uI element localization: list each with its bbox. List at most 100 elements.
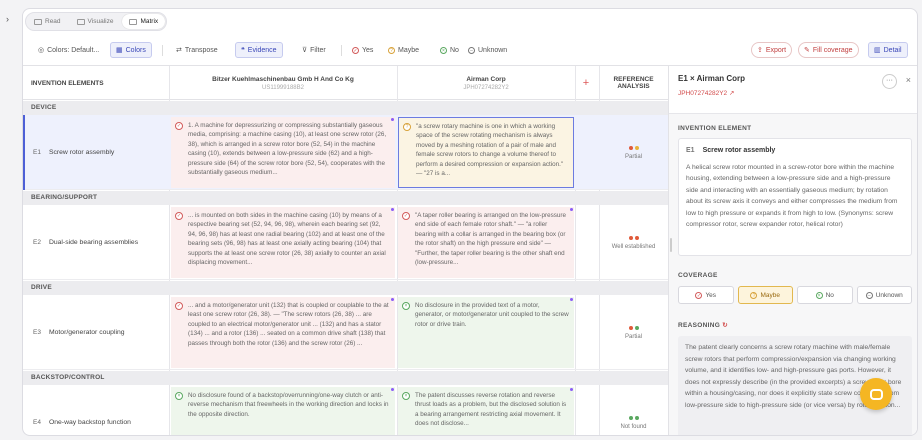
main-panel: Read Visualize Matrix ◎ Colors: Default..… [22,8,918,436]
table-row[interactable]: E2 Dual-side bearing assemblies ✓ ... is m… [23,205,668,280]
row-label[interactable]: E3 Motor/generator coupling [23,295,169,370]
filter-icon: ⊽ [302,47,308,54]
analysis-header-line: REFERENCE [613,76,654,83]
annotation-dot [570,298,573,301]
element-name: One-way backstop function [48,419,131,426]
analysis-label: Not found [620,423,647,430]
evidence-button[interactable]: ❝ Evidence [235,42,283,58]
panel-icon: ▥ [874,47,881,54]
legend-no: × No [435,42,464,58]
colors-button[interactable]: ▦ Colors [110,42,152,58]
colors-default-select[interactable]: ◎ Colors: Default... [33,42,104,58]
close-icon[interactable]: × [906,75,911,85]
annotation-dot [391,208,394,211]
evidence-text: "A taper roller bearing is arranged on t… [415,212,566,267]
resize-handle[interactable] [670,238,672,252]
invention-element-label: INVENTION ELEMENT [678,125,752,132]
section-header-device: DEVICE [23,101,668,115]
evidence-cell-selected[interactable]: ? "a screw rotary machine is one in which… [398,117,574,188]
export-label: Export [765,46,787,54]
matrix-icon [129,18,138,25]
evidence-text: "a screw rotary machine is one in which … [416,123,564,178]
evidence-text: ... is mounted on both sides in the mach… [188,212,386,267]
evidence-cell[interactable]: ✓ "A taper roller bearing is arranged on … [398,207,574,278]
section-header-backstop: BACKSTOP/CONTROL [23,371,668,385]
evidence-label: Evidence [247,46,277,54]
column-header-reference-1[interactable]: Bitzer Kuehlmaschinenbau Gmb H And Co Kg… [169,66,397,100]
coverage-maybe-button[interactable]: ? Maybe [737,286,793,304]
evidence-cell[interactable]: ✓ ... and a motor/generator unit (132) th… [171,297,395,368]
row-label[interactable]: E2 Dual-side bearing assemblies [23,205,169,280]
view-tab-read[interactable]: Read [27,14,68,29]
view-tab-visualize[interactable]: Visualize [70,14,121,29]
coverage-no-button[interactable]: × No [797,286,853,304]
fill-coverage-label: Fill coverage [812,46,853,54]
section-header-drive: DRIVE [23,281,668,295]
add-reference-button[interactable]: + [575,66,597,100]
column-header-elements: INVENTION ELEMENTS [31,79,104,87]
coverage-yes-button[interactable]: ✓ Yes [678,286,734,304]
colors-label: Colors [125,46,146,54]
element-code: E2 [33,239,41,246]
annotation-dot [391,118,394,121]
status-dot [628,415,633,420]
column-header-reference-2[interactable]: Airman Corp JPH07274282Y2 [397,66,575,100]
coverage-unknown-button[interactable]: – Unknown [856,286,912,304]
detail-title: E1 × Airman Corp [678,74,746,83]
refresh-icon[interactable]: ↻ [722,322,728,329]
external-link-icon: ↗ [728,90,735,97]
element-name: Motor/generator coupling [48,329,125,336]
status-dot [628,235,633,240]
evidence-cell[interactable]: ✓ 1. A machine for depressurizing or comp… [171,117,395,188]
coverage-option-label: Maybe [760,291,780,299]
fill-coverage-button[interactable]: ✎ Fill coverage [798,42,859,58]
analysis-cell: Well established [599,205,668,280]
legend-label: Unknown [478,46,508,54]
analysis-cell: Not found [599,385,668,435]
element-code: E1 [33,149,41,156]
coverage-option-label: Yes [705,291,717,299]
transpose-button[interactable]: ⇄ Transpose [171,42,223,58]
evidence-cell[interactable]: × No disclosure found of a backstop/overr… [171,387,395,435]
export-icon: ⇪ [757,47,763,54]
coverage-option-label: Unknown [875,291,903,299]
row-label[interactable]: E4 One-way backstop function [23,385,169,435]
table-row[interactable]: E1 Screw rotor assembly ✓ 1. A machine for… [23,115,668,190]
view-tab-label: Read [45,18,61,25]
status-dot [628,325,633,330]
table-row[interactable]: E4 One-way backstop function × No disclosu… [23,385,668,435]
detail-header: E1 × Airman Corp JPH07274282Y2 ↗ ··· × [669,66,917,114]
detail-button[interactable]: ▥ Detail [868,42,908,58]
analysis-dots [628,325,639,330]
analysis-dots [628,415,639,420]
sidebar-toggle-icon[interactable]: › [6,14,9,24]
status-dot [634,145,639,150]
filter-label: Filter [310,46,326,54]
read-icon [34,18,42,25]
minus-circle-icon: – [468,46,475,54]
filter-button[interactable]: ⊽ Filter [297,42,331,58]
detail-patent-link[interactable]: JPH07274282Y2 ↗ [678,89,734,97]
matrix-table: INVENTION ELEMENTS Bitzer Kuehlmaschinen… [23,65,668,435]
evidence-cell[interactable]: × The patent discusses reverse rotation a… [398,387,574,435]
annotation-dot [570,388,573,391]
legend-unknown: – Unknown [463,42,512,58]
view-tab-matrix[interactable]: Matrix [122,14,166,29]
help-chat-button[interactable] [860,378,892,410]
reference-id: JPH07274282Y2 [463,84,509,91]
row-label[interactable]: E1 Screw rotor assembly [23,115,169,190]
evidence-cell[interactable]: × No disclosure in the provided text of a… [398,297,574,368]
legend-yes: ✓ Yes [347,42,378,58]
chat-icon [869,388,883,400]
more-options-icon[interactable]: ··· [882,74,897,89]
element-code: E4 [33,419,41,426]
element-name: Dual-side bearing assemblies [48,239,139,246]
coverage-options: ✓ Yes ? Maybe × No – Unknown [678,286,912,304]
evidence-text: The patent discusses reverse rotation an… [415,392,567,428]
evidence-cell[interactable]: ✓ ... is mounted on both sides in the mac… [171,207,395,278]
analysis-cell: Partial [599,115,668,190]
table-row[interactable]: E3 Motor/generator coupling ✓ ... and a mo… [23,295,668,370]
export-button[interactable]: ⇪ Export [751,42,793,58]
evidence-text: ... and a motor/generator unit (132) tha… [188,302,389,347]
annotation-dot [391,388,394,391]
